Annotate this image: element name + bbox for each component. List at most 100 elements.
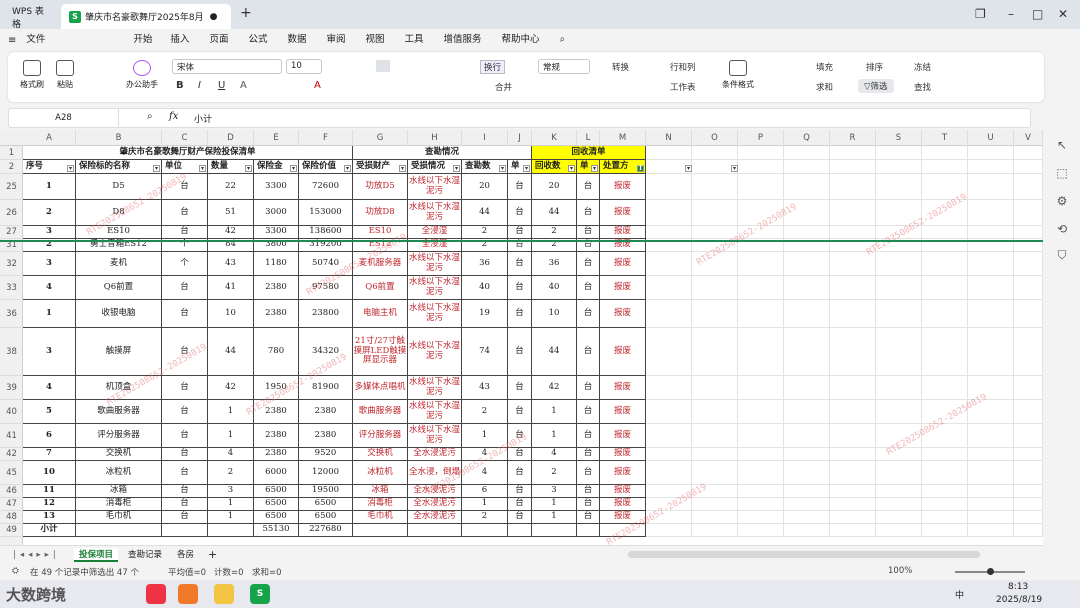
empty-cell[interactable]	[784, 461, 830, 485]
table-cell[interactable]: 台	[162, 498, 208, 511]
table-cell[interactable]: 2	[462, 226, 508, 239]
column-header[interactable]: U	[968, 130, 1014, 146]
empty-cell[interactable]	[646, 424, 692, 448]
empty-cell[interactable]	[876, 400, 922, 424]
filter-dropdown-icon[interactable]: ▾	[523, 165, 530, 172]
empty-cell[interactable]	[784, 174, 830, 200]
table-cell[interactable]: 2380	[299, 400, 353, 424]
table-cell[interactable]: 评分服务器	[76, 424, 162, 448]
table-cell[interactable]: 44	[532, 200, 577, 226]
column-header[interactable]: H	[408, 130, 462, 146]
menu-page[interactable]: 页面	[199, 29, 238, 51]
empty-cell[interactable]	[738, 252, 784, 276]
filter-dropdown-icon[interactable]: ▾	[153, 165, 160, 172]
menu-view[interactable]: 视图	[356, 29, 395, 51]
empty-cell[interactable]	[1014, 524, 1043, 537]
row-header[interactable]: 42	[0, 448, 23, 461]
column-header[interactable]: R	[830, 130, 876, 146]
filter-dropdown-icon[interactable]: ▾	[499, 165, 506, 172]
empty-cell[interactable]	[1014, 498, 1043, 511]
empty-cell[interactable]	[922, 461, 968, 485]
close-window-icon[interactable]: ✕	[1058, 7, 1068, 21]
table-cell[interactable]: 歌曲服务器	[76, 400, 162, 424]
table-cell[interactable]: 2380	[254, 276, 299, 300]
table-cell[interactable]: 36	[532, 252, 577, 276]
app-icon-red[interactable]	[146, 584, 166, 604]
empty-cell[interactable]	[968, 511, 1014, 524]
table-cell[interactable]: 2	[462, 511, 508, 524]
empty-cell[interactable]	[692, 498, 738, 511]
table-cell[interactable]: 报废	[600, 498, 646, 511]
close-dot-icon[interactable]: ●	[210, 12, 218, 22]
empty-cell[interactable]	[784, 146, 830, 160]
empty-cell[interactable]	[968, 146, 1014, 160]
column-title-cell[interactable]: 单 ▾	[508, 160, 532, 174]
font-color-button[interactable]: A	[314, 80, 321, 91]
empty-cell[interactable]	[968, 252, 1014, 276]
history-icon[interactable]: ⟲	[1054, 222, 1070, 238]
table-cell[interactable]	[532, 524, 577, 537]
empty-cell[interactable]	[830, 400, 876, 424]
empty-cell[interactable]	[784, 524, 830, 537]
table-cell[interactable]: 报废	[600, 461, 646, 485]
empty-cell[interactable]	[922, 146, 968, 160]
table-cell[interactable]: 10	[208, 300, 254, 328]
table-cell[interactable]: 台	[162, 300, 208, 328]
table-cell[interactable]: 3	[208, 485, 254, 498]
empty-cell[interactable]	[968, 328, 1014, 376]
table-cell[interactable]: 2	[532, 226, 577, 239]
folder-icon[interactable]	[214, 584, 234, 604]
empty-cell[interactable]	[692, 400, 738, 424]
table-cell[interactable]: 3	[23, 252, 76, 276]
table-cell[interactable]: 毛巾机	[353, 511, 408, 524]
column-header[interactable]: D	[208, 130, 254, 146]
restore-icon[interactable]: ❐	[975, 7, 986, 21]
empty-cell[interactable]	[692, 376, 738, 400]
menu-review[interactable]: 审阅	[316, 29, 355, 51]
row-header[interactable]: 48	[0, 511, 23, 524]
table-cell[interactable]: 6500	[299, 498, 353, 511]
empty-cell[interactable]	[738, 276, 784, 300]
table-cell[interactable]: 台	[162, 200, 208, 226]
table-cell[interactable]: 36	[462, 252, 508, 276]
find-button[interactable]: 查找	[914, 81, 931, 93]
empty-cell[interactable]	[738, 146, 784, 160]
table-cell[interactable]: 报废	[600, 376, 646, 400]
align-top-icon[interactable]	[376, 60, 390, 72]
table-cell[interactable]: 台	[162, 511, 208, 524]
table-cell[interactable]: 5	[23, 400, 76, 424]
column-header[interactable]: T	[922, 130, 968, 146]
table-cell[interactable]: 6500	[254, 511, 299, 524]
empty-cell[interactable]	[922, 498, 968, 511]
table-cell[interactable]: 水线以下水湿泥污	[408, 200, 462, 226]
empty-cell[interactable]	[1014, 485, 1043, 498]
table-cell[interactable]: 20	[462, 174, 508, 200]
table-cell[interactable]: 1	[462, 498, 508, 511]
empty-cell[interactable]	[692, 328, 738, 376]
empty-cell[interactable]	[784, 448, 830, 461]
sort-button[interactable]: 排序	[866, 61, 883, 73]
table-cell[interactable]: 收银电脑	[76, 300, 162, 328]
column-header[interactable]: E	[254, 130, 299, 146]
table-cell[interactable]: 6500	[254, 485, 299, 498]
table-cell[interactable]: 全水浸泥污	[408, 511, 462, 524]
table-cell[interactable]: 3	[23, 226, 76, 239]
row-header[interactable]: 47	[0, 498, 23, 511]
empty-cell[interactable]	[876, 160, 922, 174]
zoom-search-icon[interactable]: ⌕	[147, 111, 153, 122]
empty-cell[interactable]	[1014, 252, 1043, 276]
empty-cell[interactable]	[830, 448, 876, 461]
table-cell[interactable]: 报废	[600, 300, 646, 328]
empty-cell[interactable]	[876, 300, 922, 328]
column-header[interactable]: A	[23, 130, 76, 146]
column-title-cell[interactable]: 保险金 ▾	[254, 160, 299, 174]
table-cell[interactable]	[162, 524, 208, 537]
empty-cell[interactable]	[1014, 424, 1043, 448]
empty-cell[interactable]	[968, 485, 1014, 498]
tab-wps-sheet[interactable]: WPS 表格	[4, 4, 58, 30]
strikethrough-button[interactable]: A	[240, 80, 247, 91]
empty-cell[interactable]	[646, 328, 692, 376]
table-cell[interactable]: 2380	[299, 424, 353, 448]
empty-cell[interactable]	[784, 511, 830, 524]
table-cell[interactable]: 22	[208, 174, 254, 200]
